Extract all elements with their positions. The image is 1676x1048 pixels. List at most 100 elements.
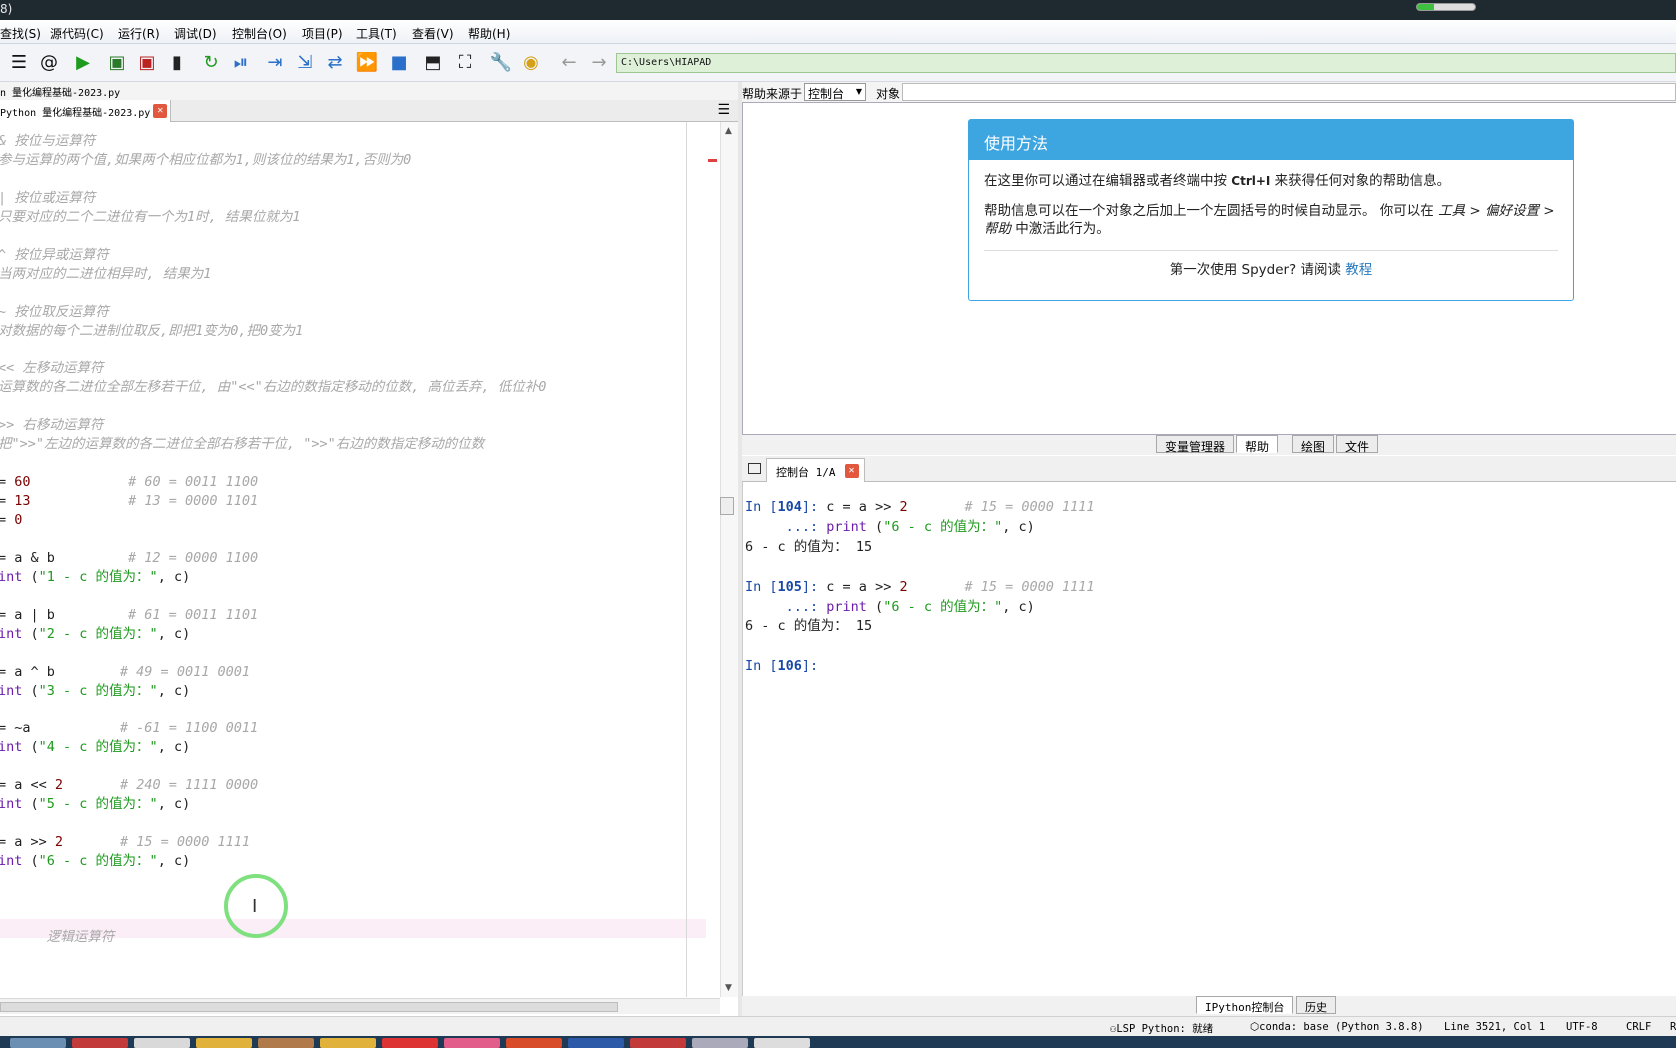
title-bar: 8): [0, 0, 1676, 20]
tutorial-link[interactable]: 教程: [1345, 262, 1372, 278]
bottom-tab[interactable]: 历史: [1296, 996, 1336, 1014]
pane-tab[interactable]: 文件: [1336, 435, 1379, 454]
pane-tab-bar: 变量管理器 帮助 绘图 文件: [742, 435, 1676, 455]
code-line: = a & b # 12 = 0000 1100: [0, 549, 259, 566]
menu-item[interactable]: 控制台(O): [232, 25, 287, 42]
console-browse-icon[interactable]: [748, 463, 761, 474]
step-icon[interactable]: ⇥: [262, 51, 288, 75]
console-tab-bar: 控制台 1/A ✕: [742, 456, 1676, 482]
working-directory-field[interactable]: C:\Users\HIAPAD: [616, 53, 1676, 73]
fullscreen-icon[interactable]: ⛶: [452, 51, 478, 75]
editor-tab-bar: Python 量化编程基础-2023.py ✕ ☰: [0, 100, 738, 122]
taskbar-app-icon[interactable]: [320, 1038, 376, 1048]
editor-tab-label: Python 量化编程基础-2023.py: [0, 108, 151, 119]
code-line: int ("1 - c 的值为：", c): [0, 568, 191, 585]
code-editor[interactable]: & 按位与运算符 参与运算的两个值,如果两个相应位都为1,则该位的结果为1,否则为…: [0, 122, 706, 997]
taskbar-app-icon[interactable]: [692, 1038, 748, 1048]
rerun-icon[interactable]: ↻: [198, 51, 224, 75]
scroll-down-icon[interactable]: ▼: [725, 983, 732, 993]
menu-item[interactable]: 查找(S): [0, 25, 41, 42]
scroll-up-icon[interactable]: ▲: [725, 126, 732, 136]
list-icon[interactable]: ☰: [6, 51, 32, 75]
run-icon[interactable]: ▶: [70, 51, 96, 75]
code-line: & 按位与运算符: [0, 133, 96, 149]
object-input[interactable]: [902, 83, 1676, 101]
stop-icon[interactable]: ■: [386, 51, 412, 75]
pane-tab[interactable]: 帮助: [1236, 435, 1279, 454]
code-line: int ("6 - c 的值为：", c): [0, 853, 191, 870]
code-line: << 左移动运算符: [0, 360, 104, 377]
file-path-bar: n 量化编程基础-2023.py: [0, 82, 738, 100]
wrench-icon[interactable]: 🔧: [488, 51, 514, 75]
forward-arrow-icon[interactable]: →: [586, 51, 612, 75]
console-line: 6 - c 的值为： 15: [745, 618, 873, 635]
taskbar-app-icon[interactable]: [72, 1038, 128, 1048]
menu-item[interactable]: 工具(T): [356, 25, 397, 42]
code-line: = 60 # 60 = 0011 1100: [0, 474, 259, 491]
taskbar-app-icon[interactable]: [10, 1038, 66, 1048]
editor-vertical-scrollbar[interactable]: ▲ ▼: [720, 122, 738, 997]
console-scroll-handle[interactable]: [720, 497, 734, 515]
toolbar: C:\Users\HIAPAD ☰ @ ▶ ▣ ▣ ▮ ↻ ⏯ ⇥ ⇲ ⇄ ⏩ ■ ⬒ ⛶ 🔧 ◉ ← →: [0, 44, 1676, 82]
debug-icon[interactable]: ⏯: [228, 51, 254, 75]
taskbar-app-icon[interactable]: [754, 1038, 810, 1048]
taskbar-app-icon[interactable]: [506, 1038, 562, 1048]
usage-card-title: 使用方法: [969, 120, 1573, 160]
usage-paragraph-1: 在这里你可以通过在编辑器或者终端中按 Ctrl+I 来获得任何对象的帮助信息。: [984, 173, 1451, 189]
at-icon[interactable]: @: [36, 51, 62, 75]
console-tab[interactable]: 控制台 1/A ✕: [766, 458, 865, 482]
close-icon[interactable]: ✕: [153, 104, 168, 118]
os-taskbar: [0, 1036, 1676, 1048]
progress-indicator: [1416, 3, 1476, 11]
maximize-pane-icon[interactable]: ⬒: [420, 51, 446, 75]
run-cell-advance-icon[interactable]: ▣: [134, 51, 160, 75]
taskbar-app-icon[interactable]: [444, 1038, 500, 1048]
run-cell-icon[interactable]: ▣: [104, 51, 130, 75]
menu-item[interactable]: 项目(P): [302, 25, 343, 42]
code-line: >> 右移动运算符: [0, 417, 104, 434]
code-line: = a | b # 61 = 0011 1101: [0, 606, 259, 623]
usage-paragraph-2: 帮助信息可以在一个对象之后加上一个左圆括号的时候自动显示。 你可以在 工具 > …: [984, 203, 1555, 237]
taskbar-app-icon[interactable]: [196, 1038, 252, 1048]
object-label: 对象: [876, 87, 901, 101]
console-line: In [106]:: [745, 658, 819, 675]
window-title: 8): [0, 2, 13, 16]
bottom-tab[interactable]: IPython控制台: [1196, 996, 1294, 1014]
menu-item[interactable]: 源代码(C): [50, 25, 104, 42]
lsp-status: ⚇LSP Python: 就绪: [1110, 1023, 1214, 1035]
file-encoding: UTF-8: [1566, 1021, 1598, 1033]
options-menu-icon[interactable]: ☰: [717, 102, 730, 118]
editor-tab[interactable]: Python 量化编程基础-2023.py ✕: [0, 100, 172, 122]
pane-tab[interactable]: 绘图: [1292, 435, 1335, 454]
taskbar-app-icon[interactable]: [382, 1038, 438, 1048]
run-selection-icon[interactable]: ▮: [164, 51, 190, 75]
taskbar-app-icon[interactable]: [258, 1038, 314, 1048]
help-source-select[interactable]: 控制台 ▼: [804, 83, 866, 101]
pane-tab[interactable]: 变量管理器: [1156, 435, 1235, 454]
code-line: 运算数的各二进位全部左移若干位, 由"<<"右边的数指定移动的位数, 高位丢弃,…: [0, 379, 547, 396]
step-into-icon[interactable]: ⇲: [292, 51, 318, 75]
code-line: int ("5 - c 的值为：", c): [0, 796, 191, 813]
code-line: int ("4 - c 的值为：", c): [0, 739, 191, 756]
menu-item[interactable]: 查看(V): [412, 25, 454, 42]
code-line: 逻辑运算符: [0, 928, 115, 945]
taskbar-app-icon[interactable]: [630, 1038, 686, 1048]
code-line: = a << 2 # 240 = 1111 0000: [0, 777, 259, 794]
taskbar-app-icon[interactable]: [568, 1038, 624, 1048]
close-icon[interactable]: ✕: [844, 464, 859, 478]
python-icon[interactable]: ◉: [518, 51, 544, 75]
step-return-icon[interactable]: ⇄: [322, 51, 348, 75]
code-line: = ~a # -61 = 1100 0011: [0, 720, 259, 737]
menu-item[interactable]: 帮助(H): [468, 25, 510, 42]
console-line: 6 - c 的值为： 15: [745, 538, 873, 555]
taskbar-app-icon[interactable]: [134, 1038, 190, 1048]
back-arrow-icon[interactable]: ←: [556, 51, 582, 75]
editor-horizontal-scrollbar[interactable]: [0, 998, 720, 1014]
console-tab-label: 控制台 1/A: [776, 466, 836, 479]
menu-item[interactable]: 调试(D): [174, 25, 217, 42]
menu-item[interactable]: 运行(R): [118, 25, 160, 42]
continue-icon[interactable]: ⏩: [354, 51, 380, 75]
scrollbar-thumb[interactable]: [0, 1002, 618, 1012]
code-line: ^ 按位异或运算符: [0, 246, 109, 263]
ipython-console[interactable]: In [104]: c = a >> 2 # 15 = 0000 1111 ..…: [742, 482, 1676, 996]
